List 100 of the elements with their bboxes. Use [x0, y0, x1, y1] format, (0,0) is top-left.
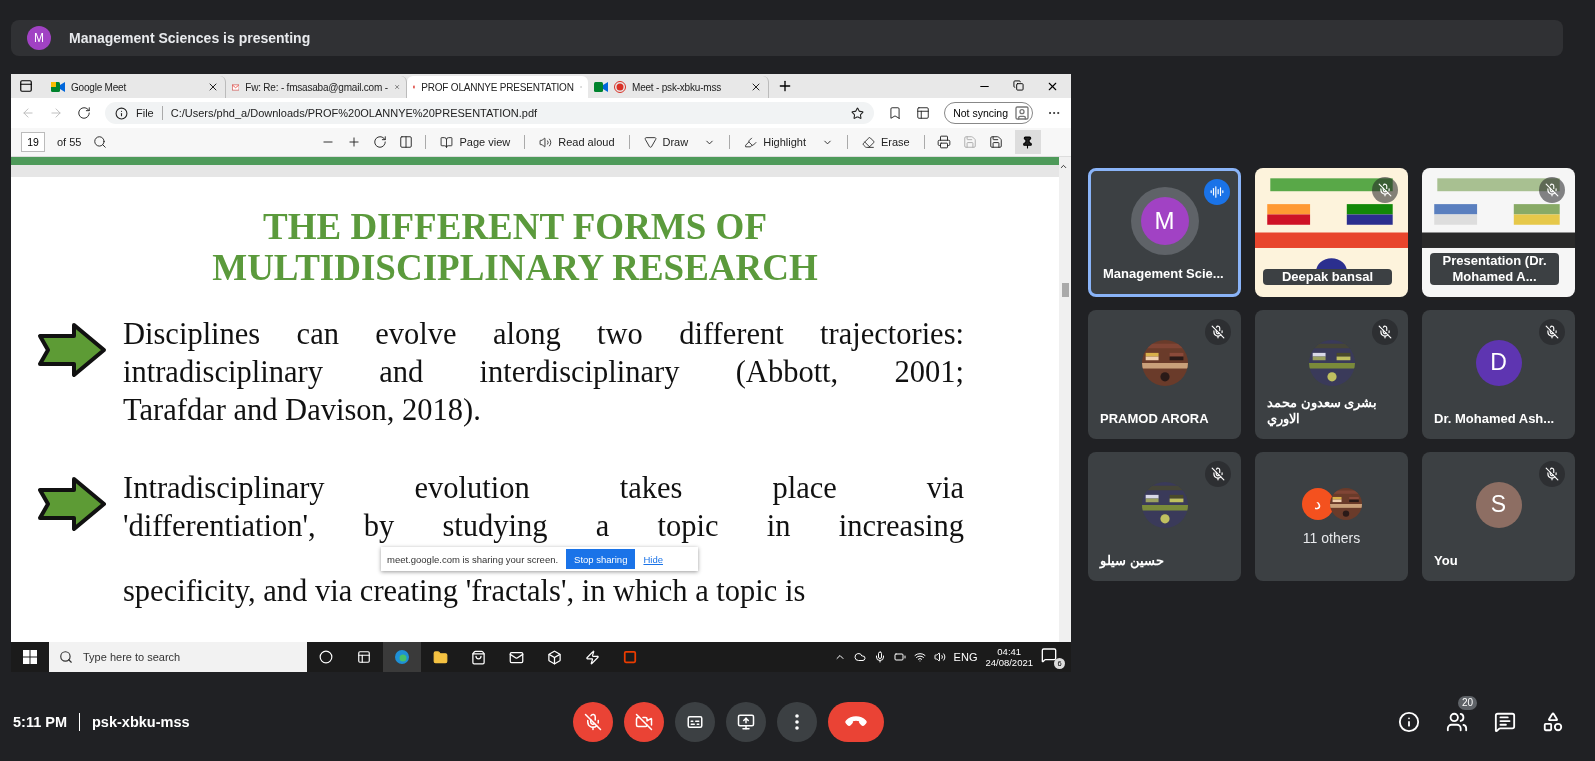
bullet-text-line: 'differentiation', by studying a topic in increasing [123, 507, 964, 545]
favorites-icon[interactable] [888, 106, 903, 120]
page-number-field[interactable]: 19 [21, 132, 45, 152]
participant-count: 11 others [1302, 529, 1361, 546]
collections-icon[interactable] [916, 106, 931, 120]
taskbar-search[interactable]: Type here to search [49, 642, 307, 672]
toolbar-button[interactable]: Page view [438, 135, 513, 149]
mic-icon[interactable] [873, 651, 886, 663]
wifi-icon[interactable] [913, 651, 926, 663]
captions-button[interactable] [675, 701, 715, 742]
scroll-thumb[interactable] [1062, 283, 1069, 297]
favorite-icon[interactable] [851, 106, 865, 120]
rotate-icon[interactable] [373, 135, 388, 149]
info-icon [115, 106, 128, 120]
meeting-code: psk-xbku-mss [92, 713, 190, 730]
save-as-icon[interactable] [988, 135, 1003, 149]
tab-actions-icon[interactable] [19, 79, 33, 93]
language-indicator[interactable]: ENG [953, 651, 978, 663]
search-icon [59, 650, 73, 664]
volume-icon[interactable] [933, 651, 946, 663]
scroll-up-icon[interactable] [1059, 162, 1068, 171]
participant-name: بشرى سعدون محمد الاوري [1267, 394, 1379, 427]
camera-button[interactable] [624, 701, 664, 742]
pin-button[interactable] [1014, 130, 1041, 154]
envelope-icon [232, 81, 240, 93]
reload-icon[interactable] [77, 106, 91, 120]
highlighter-icon [744, 135, 758, 149]
toolbar-button[interactable]: Read aloud [537, 135, 617, 149]
participant-tile[interactable]: بشرى سعدون محمد الاوري [1255, 310, 1408, 439]
participant-name: Presentation (Dr. Mohamed A... [1430, 252, 1559, 285]
arrow-icon [37, 322, 107, 379]
zoom-in-icon[interactable] [347, 135, 362, 149]
camera-off-icon [635, 712, 653, 731]
participant-tile[interactable]: D Dr. Mohamed Ash... [1422, 310, 1575, 439]
more-button[interactable] [777, 701, 817, 742]
toolbar-button[interactable]: Draw [641, 135, 718, 149]
clock[interactable]: 04:41 24/08/2021 [985, 645, 1033, 669]
video-app-icon [594, 81, 608, 93]
participant-name: PRAMOD ARORA [1100, 410, 1209, 427]
profile-icon [1014, 105, 1030, 121]
scrollbar[interactable] [1059, 157, 1071, 642]
shapes-icon [1542, 710, 1564, 733]
stop-sharing-button[interactable]: Stop sharing [566, 549, 636, 570]
avatar: M [27, 26, 51, 50]
participant-tile[interactable]: Deepak bansal [1255, 168, 1408, 297]
present-screen-icon [737, 712, 755, 731]
arrow-icon [37, 475, 107, 532]
pin-icon [1021, 135, 1035, 149]
video-app-icon [51, 81, 65, 93]
slide-title: MULTIDISCIPLINARY RESEARCH [211, 247, 819, 289]
bullet-text-line: Disciplines can evolve along two different trajectories: [123, 316, 964, 354]
avatar: D [1475, 339, 1522, 386]
avatar: د [1301, 487, 1334, 520]
participant-name: حسين سيلو [1100, 552, 1164, 569]
bullet-text-line: specificity, and via creating 'fractals', in which a topic is [123, 573, 807, 611]
participant-name: Management Scie... [1103, 265, 1224, 282]
people-icon [1446, 710, 1468, 733]
count-badge: 20 [1457, 695, 1477, 710]
participant-tile[interactable]: Presentation (Dr. Mohamed A... [1422, 168, 1575, 297]
search-icon[interactable] [93, 135, 108, 149]
leave-call-button[interactable] [828, 701, 884, 742]
browser-tab[interactable]: PROF OLANNYE PRESENTATION [407, 76, 588, 98]
file-label: File [136, 107, 154, 119]
participant-tile[interactable]: S You [1422, 452, 1575, 581]
print-icon[interactable] [936, 135, 951, 149]
toolbar-button[interactable]: Highlight [742, 135, 835, 149]
muted-mic-icon [584, 712, 602, 731]
microphone-button[interactable] [573, 701, 613, 742]
participant-name: Dr. Mohamed Ash... [1434, 410, 1555, 427]
speaker-icon [539, 135, 553, 149]
cloud-icon[interactable] [853, 651, 866, 663]
address-bar[interactable]: File C:/Users/phd_a/Downloads/PROF%20OLANNYE%20PRESENTATION.pdf [105, 102, 875, 124]
avatar: S [1475, 481, 1522, 528]
profile-button[interactable]: Not syncing [944, 102, 1033, 124]
present-button[interactable] [726, 701, 766, 742]
recording-icon [614, 81, 626, 93]
browser-icon[interactable] [383, 642, 421, 672]
participant-tile[interactable]: حسين سيلو [1088, 452, 1241, 581]
participant-name: You [1434, 552, 1458, 569]
participant-tile[interactable]: PRAMOD ARORA [1088, 310, 1241, 439]
banner-text: Management Sciences is presenting [69, 30, 311, 46]
notice-text: meet.google.com is sharing your screen. [387, 553, 559, 565]
book-icon [440, 135, 454, 149]
restore-icon[interactable] [1013, 79, 1024, 91]
hide-link[interactable]: Hide [643, 553, 663, 565]
meeting-time: 5:11 PM [13, 713, 67, 730]
toolbar-button[interactable]: Erase [860, 135, 912, 149]
page-count: of 55 [57, 136, 82, 148]
fit-icon[interactable] [399, 135, 414, 149]
avatar: M [1140, 196, 1189, 245]
bullet-text-line: intradisciplinary and interdisciplinary (Abbott, 2001; [123, 354, 964, 392]
more-icon [795, 713, 799, 730]
bullet-text-line: Intradisciplinary evolution takes place via [123, 469, 964, 507]
chat-icon [1494, 710, 1516, 733]
info-icon [1398, 710, 1420, 733]
participant-tile[interactable]: M Management Scie... [1088, 168, 1241, 297]
speaking-icon [1204, 179, 1230, 205]
url-text: C:/Users/phd_a/Downloads/PROF%20OLANNYE%20PRESENTATION.pdf [170, 107, 538, 119]
battery-icon[interactable] [893, 651, 906, 663]
new-tab-icon[interactable] [777, 78, 793, 94]
